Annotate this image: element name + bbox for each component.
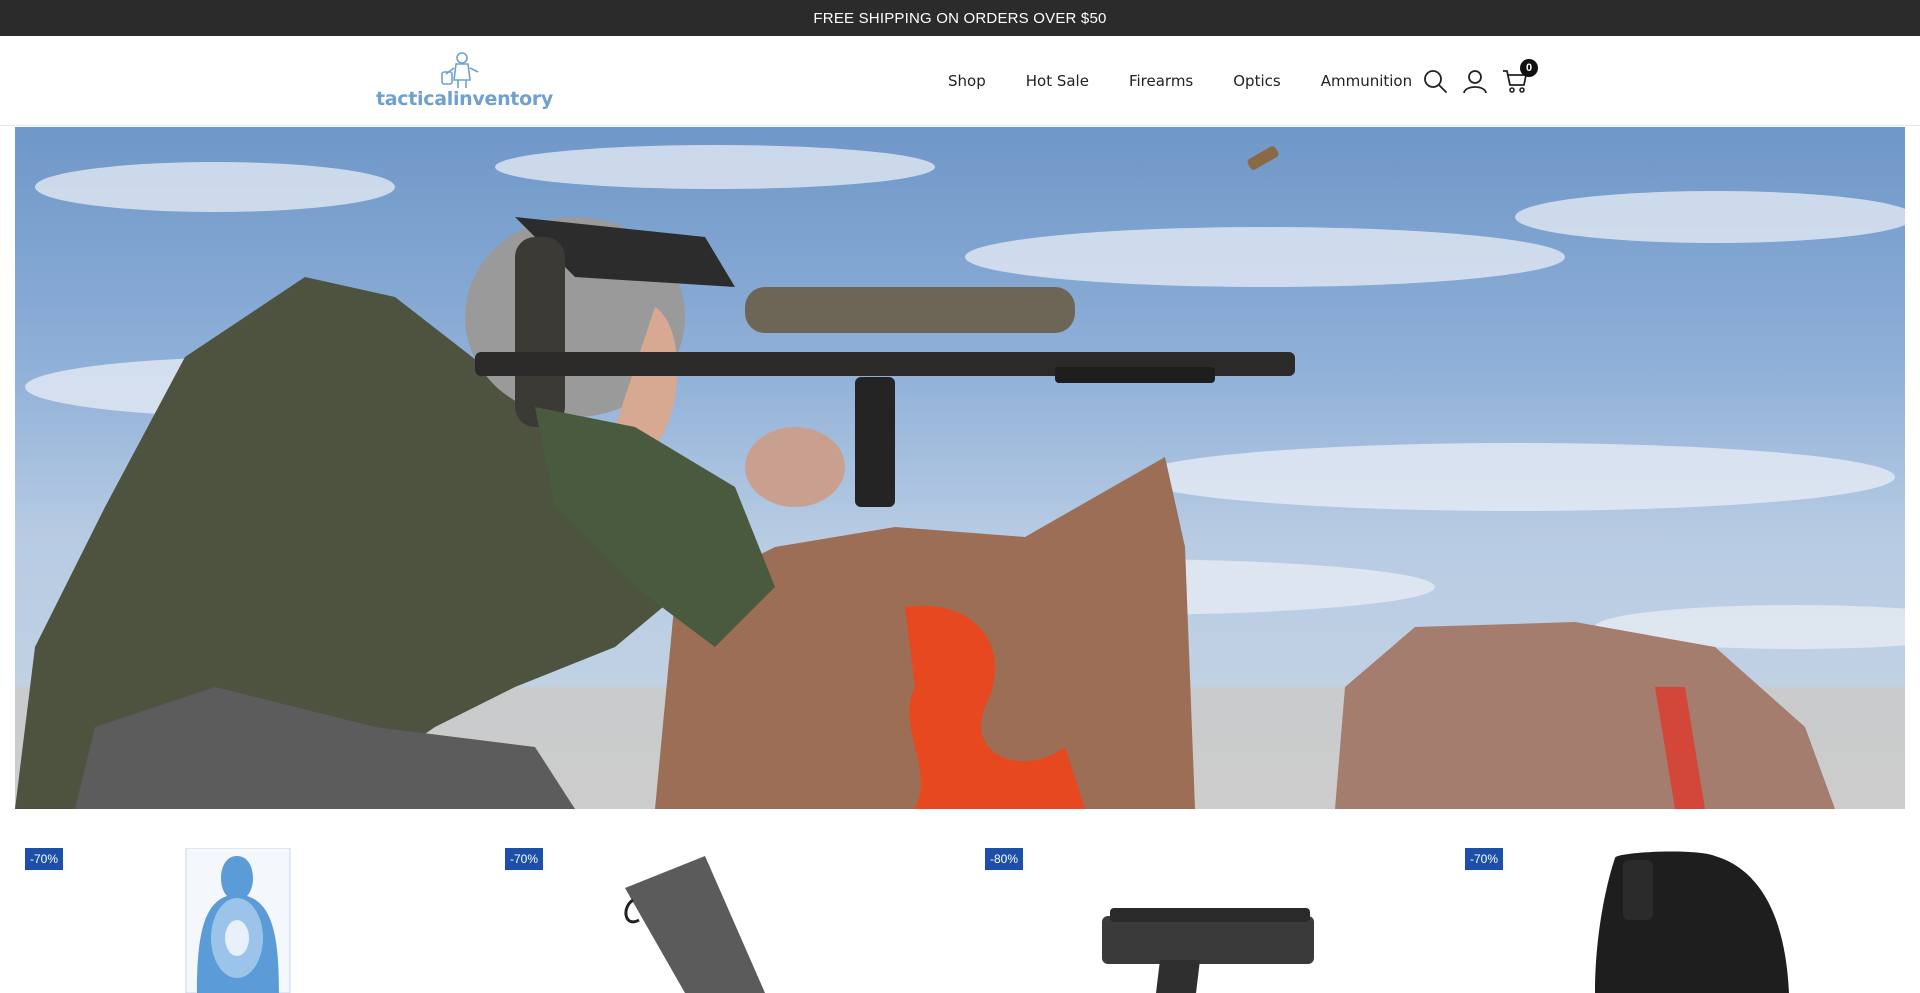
cart-count-badge: 0 — [1520, 59, 1538, 77]
search-icon[interactable] — [1422, 68, 1448, 94]
hero-image — [15, 145, 1905, 809]
product-card[interactable]: -70% — [1455, 822, 1920, 993]
product-card[interactable]: -80% — [975, 822, 1455, 993]
buttstock-image — [624, 856, 765, 993]
target-image — [185, 848, 291, 993]
header-icons: 0 — [1422, 36, 1538, 126]
discount-badge: -70% — [505, 848, 544, 870]
nav-item-ammunition[interactable]: Ammunition — [1301, 72, 1432, 90]
discount-badge: -70% — [1465, 848, 1504, 870]
account-icon[interactable] — [1462, 68, 1488, 94]
discount-badge: -70% — [25, 848, 64, 870]
hero-banner[interactable] — [15, 127, 1905, 809]
product-card[interactable]: -70% — [15, 822, 495, 993]
nav-item-optics[interactable]: Optics — [1213, 72, 1300, 90]
holster-image — [1595, 851, 1789, 993]
nav-item-shop[interactable]: Shop — [928, 72, 1006, 90]
nav-item-firearms[interactable]: Firearms — [1109, 72, 1213, 90]
product-strip: -70% -70% -80% -70% — [0, 822, 1920, 993]
nav-item-hot-sale[interactable]: Hot Sale — [1006, 72, 1109, 90]
logo-text: tacticalinventory — [376, 88, 553, 110]
site-header: tacticalinventory Shop Hot Sale Firearms… — [0, 36, 1920, 126]
site-logo[interactable]: tacticalinventory — [376, 50, 553, 112]
pistol-image — [1102, 908, 1314, 993]
cart-icon[interactable]: 0 — [1502, 59, 1538, 94]
announcement-bar: FREE SHIPPING ON ORDERS OVER $50 — [0, 0, 1920, 36]
main-nav: Shop Hot Sale Firearms Optics Ammunition — [928, 36, 1432, 126]
logo-mascot-icon — [441, 52, 479, 88]
discount-badge: -80% — [985, 848, 1024, 870]
product-card[interactable]: -70% — [495, 822, 975, 993]
announcement-text: FREE SHIPPING ON ORDERS OVER $50 — [813, 9, 1107, 27]
